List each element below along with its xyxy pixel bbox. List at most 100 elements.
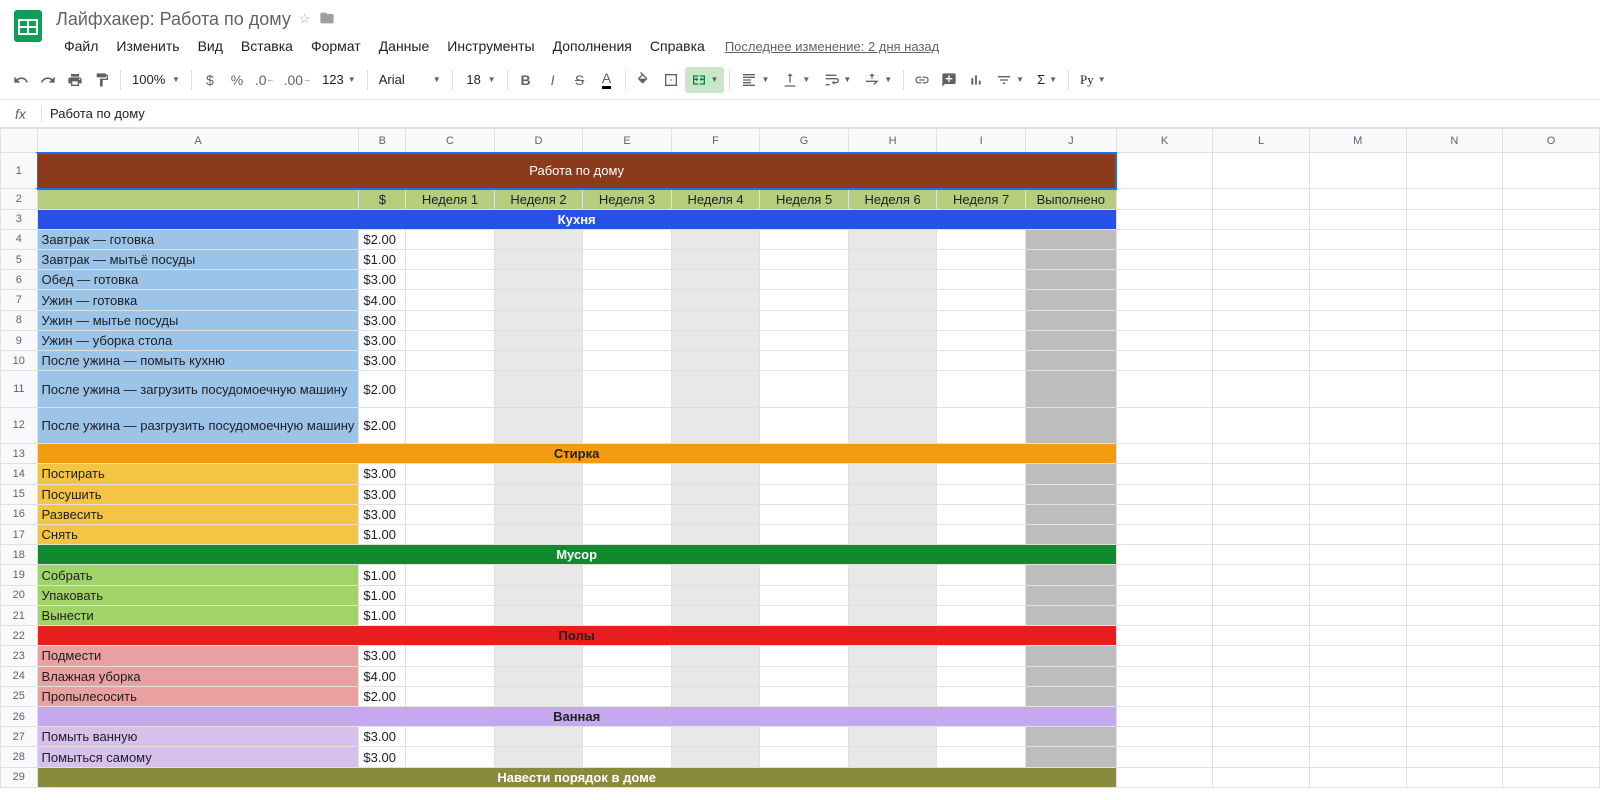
cell[interactable] [937,585,1026,605]
cell[interactable] [937,464,1026,484]
filter-icon[interactable]: ▼ [990,67,1030,93]
category-row[interactable]: Мусор [37,545,1116,565]
cell[interactable] [494,504,583,524]
cell[interactable] [1025,666,1116,686]
cell[interactable] [1503,686,1600,706]
cell[interactable] [1309,270,1406,290]
cell[interactable] [1025,371,1116,407]
cell[interactable] [671,646,760,666]
insert-link-icon[interactable] [909,67,935,93]
cell[interactable] [671,686,760,706]
cell[interactable] [1213,371,1310,407]
col-I[interactable]: I [937,129,1026,153]
cell[interactable] [1309,666,1406,686]
cell[interactable] [1309,229,1406,249]
cell[interactable] [1309,371,1406,407]
col-B[interactable]: B [359,129,406,153]
cell[interactable] [1116,605,1213,625]
cell[interactable] [760,585,849,605]
cell[interactable] [494,585,583,605]
cell[interactable] [1406,464,1503,484]
cell[interactable] [494,290,583,310]
cell[interactable] [937,565,1026,585]
cell[interactable] [848,585,937,605]
col-F[interactable]: F [671,129,760,153]
cell[interactable] [494,229,583,249]
cell[interactable] [760,229,849,249]
cell[interactable] [671,666,760,686]
task-price[interactable]: $2.00 [359,686,406,706]
cell[interactable] [937,290,1026,310]
row-19[interactable]: 19 [1,565,38,585]
col-C[interactable]: C [406,129,495,153]
font-select[interactable]: Arial▼ [373,67,447,93]
cell[interactable] [1213,250,1310,270]
cell[interactable] [1116,351,1213,371]
category-row[interactable]: Стирка [37,444,1116,464]
cell[interactable] [848,464,937,484]
cell[interactable] [1116,747,1213,767]
language-icon[interactable]: Ру▼ [1074,67,1112,93]
cell[interactable] [760,565,849,585]
cell[interactable] [494,351,583,371]
cell[interactable] [1116,767,1213,787]
cell[interactable] [760,290,849,310]
cell[interactable] [1503,229,1600,249]
cell[interactable] [406,585,495,605]
cell[interactable] [494,747,583,767]
task-price[interactable]: $3.00 [359,270,406,290]
category-row[interactable]: Кухня [37,209,1116,229]
row-25[interactable]: 25 [1,686,38,706]
cell[interactable] [1213,464,1310,484]
cell[interactable] [1406,407,1503,443]
col-L[interactable]: L [1213,129,1310,153]
row-26[interactable]: 26 [1,706,38,726]
cell[interactable] [494,686,583,706]
task-price[interactable]: $3.00 [359,646,406,666]
cell[interactable] [1213,189,1310,209]
cell[interactable] [1213,727,1310,747]
cell[interactable] [1503,209,1600,229]
insert-chart-icon[interactable] [963,67,989,93]
cell[interactable] [848,504,937,524]
cell[interactable] [1309,747,1406,767]
cell[interactable] [1025,504,1116,524]
cell[interactable] [1406,605,1503,625]
cell[interactable] [1309,605,1406,625]
undo-icon[interactable] [8,67,34,93]
task-price[interactable]: $1.00 [359,605,406,625]
cell[interactable] [1406,727,1503,747]
cell[interactable] [1116,290,1213,310]
row-28[interactable]: 28 [1,747,38,767]
task-price[interactable]: $4.00 [359,666,406,686]
cell[interactable] [1213,666,1310,686]
cell[interactable] [494,464,583,484]
cell[interactable] [1116,525,1213,545]
task-name[interactable]: Ужин — готовка [37,290,359,310]
cell[interactable] [1116,504,1213,524]
row-7[interactable]: 7 [1,290,38,310]
cell[interactable] [1213,407,1310,443]
cell[interactable] [1309,444,1406,464]
cell[interactable] [760,666,849,686]
merge-cells-icon[interactable]: ▼ [685,67,725,93]
cell[interactable] [1116,626,1213,646]
col-K[interactable]: K [1116,129,1213,153]
cell[interactable] [671,371,760,407]
task-price[interactable]: $4.00 [359,290,406,310]
column-headers[interactable]: A B C D E F G H I J K L M N O [1,129,1600,153]
cell[interactable] [671,229,760,249]
cell[interactable] [583,727,672,747]
cell[interactable] [1116,310,1213,330]
cell[interactable] [1309,626,1406,646]
cell[interactable] [1406,290,1503,310]
cell[interactable] [1025,351,1116,371]
cell[interactable] [1503,407,1600,443]
cell[interactable] [1213,310,1310,330]
cell[interactable] [1406,209,1503,229]
cell[interactable] [671,330,760,350]
cell[interactable] [494,565,583,585]
cell[interactable] [1503,646,1600,666]
cell[interactable] [937,525,1026,545]
cell[interactable] [937,504,1026,524]
